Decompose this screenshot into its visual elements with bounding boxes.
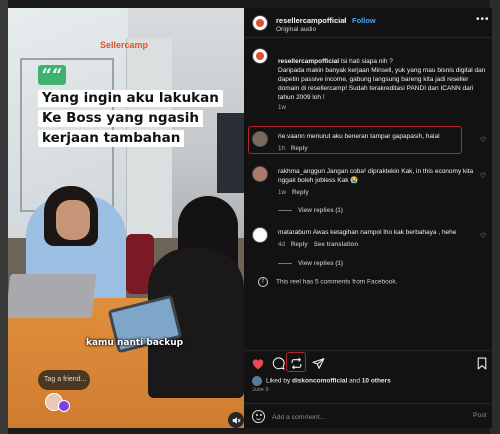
- headline-line-1: Yang ingin aku lakukan: [38, 90, 223, 107]
- bookmark-icon: [477, 357, 487, 369]
- action-bar: [244, 350, 492, 372]
- comment-avatar[interactable]: [252, 166, 268, 182]
- reel-video[interactable]: Sellercamp ““ Yang ingin aku lakukan Ke …: [8, 8, 244, 428]
- comment-time: 1w: [278, 189, 286, 196]
- woman-face: [56, 200, 90, 240]
- send-paperplane-icon: [312, 357, 324, 369]
- comments-list[interactable]: resellercampofficial Isi hati siapa nih …: [244, 44, 492, 334]
- caption-username[interactable]: resellercampofficial: [278, 58, 339, 65]
- see-translation-button[interactable]: See translation: [314, 241, 358, 248]
- post-date: June 9: [252, 387, 269, 393]
- view-replies-button[interactable]: View replies (1): [278, 260, 343, 267]
- video-subtitle: kamu nanti backup: [86, 338, 184, 348]
- view-replies-label: View replies (1): [298, 260, 343, 267]
- comment-time: 1h: [278, 145, 285, 152]
- headline-line-2: Ke Boss yang ngasih: [38, 110, 203, 127]
- mute-button[interactable]: [228, 412, 244, 428]
- tag-badge-icon: [58, 400, 70, 412]
- comment-body: menurut aku beneran tampar gapapasih, ha…: [306, 133, 440, 140]
- caption-text: resellercampofficial Isi hati siapa nih …: [278, 48, 486, 102]
- laptop: [8, 274, 97, 318]
- reply-button[interactable]: Reply: [291, 241, 308, 248]
- replies-divider: [278, 262, 292, 264]
- comment-text: rakhma_anggun Jangan coba² dipraktekin K…: [278, 167, 478, 185]
- comment-username[interactable]: rakhma_anggun: [278, 168, 325, 175]
- comment-bubble-icon: [272, 356, 285, 370]
- liker-username[interactable]: diskoncomofficial: [292, 378, 347, 385]
- add-comment-row: Post: [244, 403, 492, 428]
- like-comment-icon[interactable]: ♡: [480, 232, 486, 240]
- caption-avatar[interactable]: [252, 48, 268, 64]
- likes-summary[interactable]: Liked by diskoncomofficial and 10 others: [252, 376, 391, 386]
- video-headline: Yang ingin aku lakukan Ke Boss yang ngas…: [38, 89, 238, 149]
- comment-button[interactable]: [270, 355, 286, 371]
- comment-text: mataraburn Awas ketagihan nampol lho kak…: [278, 228, 478, 237]
- replies-divider: [278, 209, 292, 211]
- brand-logo: Sellercamp: [100, 40, 149, 50]
- speaker-muted-icon: [232, 416, 241, 424]
- more-options-icon[interactable]: •••: [476, 14, 490, 25]
- comment-avatar[interactable]: [252, 131, 268, 147]
- quote-mark-icon: ““: [38, 65, 66, 86]
- follow-button[interactable]: Follow: [352, 16, 376, 25]
- comment-body: Awas ketagihan nampol lho kak berbahaya …: [312, 229, 457, 236]
- repost-button[interactable]: [288, 355, 304, 371]
- likes-prefix: Liked by: [266, 377, 291, 385]
- comment-username[interactable]: rie.vaann: [278, 133, 305, 140]
- like-button[interactable]: [250, 355, 266, 371]
- caption-meta: 1w: [278, 104, 286, 111]
- header-separator: •: [343, 16, 346, 25]
- reply-button[interactable]: Reply: [291, 145, 308, 152]
- liker-avatar[interactable]: [252, 376, 262, 386]
- like-comment-icon[interactable]: ♡: [480, 136, 486, 144]
- emoji-smiley-icon[interactable]: [252, 410, 265, 423]
- tag-friend-input[interactable]: Tag a friend...: [38, 370, 90, 390]
- save-button[interactable]: [474, 355, 490, 371]
- author-username[interactable]: resellercampofficial: [276, 16, 346, 25]
- facebook-comments-note: f This reel has 5 comments from Facebook.: [258, 277, 397, 287]
- comment-meta: 1h Reply: [278, 145, 308, 152]
- facebook-note-text: This reel has 5 comments from Facebook.: [276, 278, 398, 286]
- headline-line-3: kerjaan tambahan: [38, 130, 185, 147]
- comment-avatar[interactable]: [252, 227, 268, 243]
- comment-username[interactable]: mataraburn: [278, 229, 311, 236]
- repost-icon: [291, 357, 301, 369]
- facebook-icon: f: [258, 277, 268, 287]
- view-replies-label: View replies (1): [298, 207, 343, 214]
- author-avatar[interactable]: [252, 15, 268, 31]
- audio-link[interactable]: Original audio: [276, 26, 316, 33]
- reply-button[interactable]: Reply: [292, 189, 309, 196]
- comment-text: rie.vaann menurut aku beneran tampar gap…: [278, 132, 478, 141]
- caption-time: 1w: [278, 104, 286, 111]
- comment-meta: 1w Reply: [278, 189, 309, 196]
- like-comment-icon[interactable]: ♡: [480, 172, 486, 180]
- post-header: resellercampofficial • Follow Original a…: [244, 8, 492, 38]
- share-button[interactable]: [310, 355, 326, 371]
- add-comment-input[interactable]: [272, 411, 452, 423]
- comment-meta: 4d Reply See translation: [278, 241, 358, 248]
- post-comment-button[interactable]: Post: [473, 412, 487, 419]
- likes-conjunction: and: [349, 377, 360, 385]
- view-replies-button[interactable]: View replies (1): [278, 207, 343, 214]
- post-panel: resellercampofficial • Follow Original a…: [244, 8, 492, 428]
- heart-filled-icon: [252, 358, 264, 369]
- comment-time: 4d: [278, 241, 285, 248]
- likes-others[interactable]: 10 others: [362, 378, 391, 385]
- backdrop-strip-left: [0, 0, 8, 434]
